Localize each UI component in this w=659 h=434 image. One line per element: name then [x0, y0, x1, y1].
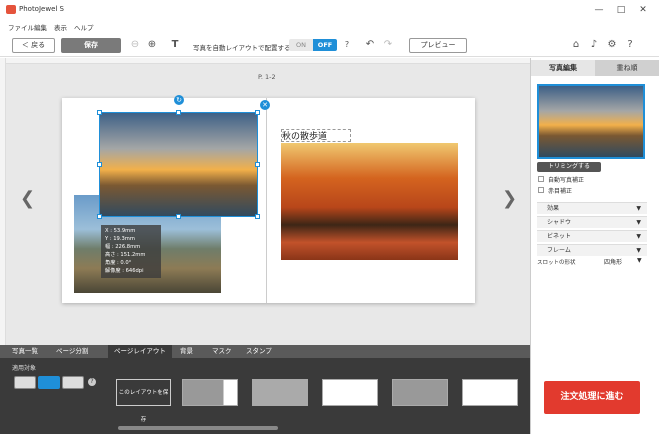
chevron-down-icon: ▼ — [636, 205, 641, 212]
section-frame[interactable]: フレーム ▼ — [537, 244, 647, 256]
resize-handle[interactable] — [97, 214, 102, 219]
tab-page-split[interactable]: ページ分割 — [50, 345, 94, 358]
auto-layout-label: 写真を自動レイアウトで配置する — [193, 44, 291, 52]
info-angle: 角度 : 0.0° — [105, 260, 132, 266]
redo-icon[interactable]: ↷ — [381, 38, 395, 52]
tab-background[interactable]: 背景 — [174, 345, 199, 358]
auto-layout-toggle[interactable]: ON OFF — [289, 39, 337, 51]
info-y: Y : 19.3mm — [105, 236, 135, 242]
menu-edit[interactable]: 編集 — [34, 22, 47, 32]
slot-shape-label: スロットの形状 — [537, 260, 576, 266]
layout-thumbnail[interactable] — [392, 379, 448, 406]
section-shadow[interactable]: シャドウ ▼ — [537, 216, 647, 228]
info-width: 幅 : 226.8mm — [105, 244, 141, 250]
caption-text[interactable]: 秋の散歩道 — [282, 129, 327, 142]
resize-handle[interactable] — [176, 110, 181, 115]
gear-icon[interactable]: ⚙ — [605, 38, 619, 52]
ruler-top — [0, 58, 530, 64]
resize-handle[interactable] — [255, 162, 260, 167]
selected-photo-thumbnail — [537, 84, 645, 159]
auto-correct-checkbox[interactable] — [538, 176, 544, 182]
ruler-left — [0, 58, 6, 345]
slot-shape-select[interactable]: 四角形 — [584, 257, 642, 266]
red-eye-label: 赤目補正 — [548, 188, 573, 195]
zoom-out-icon[interactable]: ⊖ — [128, 38, 142, 52]
help-circle-icon[interactable]: ? — [623, 38, 637, 52]
close-window-button[interactable]: ✕ — [636, 4, 650, 16]
photo-info-overlay: X : 53.9mm Y : 19.3mm 幅 : 226.8mm 高さ : 1… — [101, 225, 161, 278]
tab-photo-list[interactable]: 写真一覧 — [6, 345, 44, 358]
layout-thumbnail[interactable] — [322, 379, 378, 406]
layout-scrollbar[interactable] — [118, 426, 278, 430]
text-tool-icon[interactable]: T — [168, 38, 182, 52]
maximize-button[interactable]: □ — [614, 4, 628, 16]
help-icon[interactable]: ? — [340, 38, 354, 52]
chevron-down-icon: ▼ — [636, 247, 641, 254]
save-button[interactable]: 保存 — [61, 38, 121, 53]
selection-box — [99, 112, 258, 217]
section-label: シャドウ — [547, 219, 572, 226]
menu-view[interactable]: 表示 — [54, 22, 67, 32]
share-icon[interactable]: ⌂ — [569, 38, 583, 52]
apply-right-page-button[interactable] — [62, 376, 84, 389]
apply-left-page-button[interactable] — [14, 376, 36, 389]
trim-button[interactable]: トリミングする — [537, 162, 601, 172]
layout-thumbnail[interactable] — [252, 379, 308, 406]
red-eye-checkbox[interactable] — [538, 187, 544, 193]
rotate-handle-icon[interactable]: ↻ — [174, 95, 184, 105]
section-label: フレーム — [547, 247, 571, 254]
page-label: P. 1-2 — [258, 73, 276, 81]
photo-autumn-path[interactable] — [281, 143, 458, 260]
info-height: 高さ : 151.2mm — [105, 252, 146, 258]
tab-stamp[interactable]: スタンプ — [240, 345, 278, 358]
resize-handle[interactable] — [176, 214, 181, 219]
layout-thumbnail[interactable] — [462, 379, 518, 406]
help-icon[interactable]: ? — [88, 378, 96, 386]
zoom-in-icon[interactable]: ⊕ — [145, 38, 159, 52]
prev-page-arrow-icon[interactable]: ❮ — [20, 188, 35, 209]
toggle-on[interactable]: ON — [289, 39, 313, 51]
preview-button[interactable]: プレビュー — [409, 38, 467, 53]
info-resolution: 解像度 : 646dpi — [105, 268, 144, 274]
bell-icon[interactable]: ♪ — [587, 38, 601, 52]
tab-photo-edit[interactable]: 写真編集 — [531, 60, 595, 76]
section-label: 効果 — [547, 205, 560, 212]
tab-page-layout[interactable]: ページレイアウト — [108, 345, 172, 358]
section-vignette[interactable]: ビネット ▼ — [537, 230, 647, 242]
app-logo-icon — [6, 5, 16, 14]
next-page-arrow-icon[interactable]: ❯ — [502, 188, 517, 209]
title-bar — [0, 0, 659, 20]
menu-help[interactable]: ヘルプ — [74, 22, 94, 32]
tab-mask[interactable]: マスク — [206, 345, 238, 358]
chevron-down-icon: ▼ — [636, 233, 641, 240]
apply-target-label: 適用対象 — [12, 365, 37, 372]
resize-handle[interactable] — [97, 162, 102, 167]
app-title: PhotoJewel S — [19, 5, 64, 13]
remove-photo-icon[interactable]: ✕ — [260, 100, 270, 110]
apply-both-pages-button[interactable] — [38, 376, 60, 389]
auto-correct-label: 自動写真補正 — [548, 177, 585, 184]
save-layout-button[interactable]: このレイアウトを保存 — [116, 379, 171, 423]
chevron-down-icon[interactable]: ▼ — [637, 257, 642, 264]
resize-handle[interactable] — [255, 110, 260, 115]
spread-spine — [266, 98, 267, 303]
toggle-off[interactable]: OFF — [313, 39, 337, 51]
minimize-button[interactable]: — — [592, 4, 606, 16]
order-button[interactable]: 注文処理に進む — [544, 381, 640, 414]
chevron-down-icon: ▼ — [636, 219, 641, 226]
back-button[interactable]: ＜ 戻る — [12, 38, 55, 53]
info-x: X : 53.9mm — [105, 228, 136, 234]
resize-handle[interactable] — [97, 110, 102, 115]
menu-file[interactable]: ファイル — [8, 22, 34, 32]
layout-thumbnail[interactable] — [182, 379, 238, 406]
section-label: ビネット — [547, 233, 572, 240]
section-effect[interactable]: 効果 ▼ — [537, 202, 647, 214]
resize-handle[interactable] — [255, 214, 260, 219]
undo-icon[interactable]: ↶ — [363, 38, 377, 52]
tab-layer-order[interactable]: 重ね順 — [595, 60, 659, 76]
